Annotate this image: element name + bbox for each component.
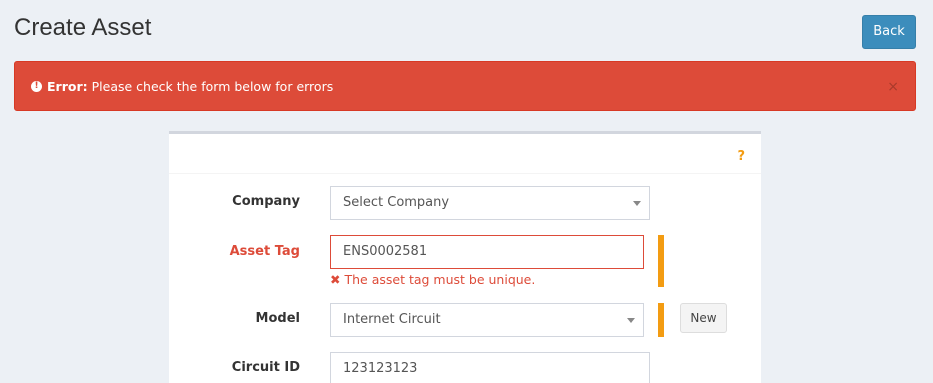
help-icon[interactable]: ? [737,149,745,164]
company-label: Company [232,194,300,209]
required-indicator [658,303,664,337]
error-x-icon: ✖ [330,272,341,287]
company-select-value: Select Company [343,195,450,210]
company-select[interactable]: Select Company [330,186,650,220]
chevron-down-icon [627,318,635,323]
required-indicator [658,235,664,287]
asset-tag-error: ✖ The asset tag must be unique. [330,272,535,287]
circuit-id-label: Circuit ID [231,360,300,375]
asset-tag-label: Asset Tag [229,244,300,259]
exclamation-circle-icon: ! [31,80,42,92]
asset-tag-input[interactable]: ENS0002581 [330,235,644,269]
alert-strong-label: Error: [47,78,88,94]
page-title: Create Asset [14,14,152,41]
circuit-id-input[interactable]: 123123123 [330,352,650,383]
new-model-button[interactable]: New [680,303,727,333]
close-icon[interactable]: × [887,79,899,95]
box-header: ? [169,134,761,174]
asset-tag-error-text: The asset tag must be unique. [344,272,536,287]
alert-message: Please check the form below for errors [91,78,334,94]
chevron-down-icon [633,201,641,206]
error-alert: ! Error: Please check the form below for… [14,61,916,111]
asset-form-box: ? Company Select Company Asset Tag ENS00… [169,131,761,383]
back-button[interactable]: Back [862,15,916,49]
model-label: Model [255,311,300,326]
model-select[interactable]: Internet Circuit [330,303,644,337]
model-select-value: Internet Circuit [343,312,441,327]
